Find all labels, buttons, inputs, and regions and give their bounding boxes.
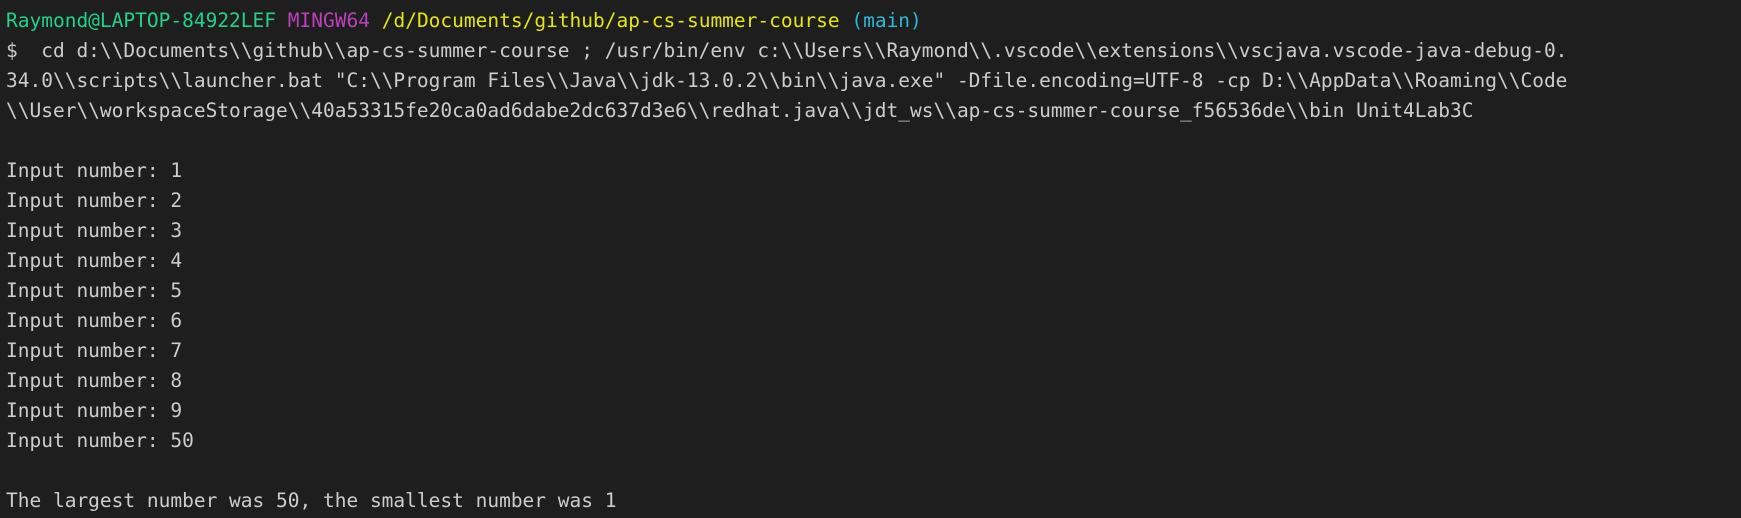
- output-line-input-7: Input number: 7: [6, 339, 183, 362]
- command-line-1: $ cd d:\\Documents\\github\\ap-cs-summer…: [6, 39, 1568, 62]
- prompt-line: Raymond@LAPTOP-84922LEF MINGW64 /d/Docum…: [6, 6, 1741, 36]
- command-line-3: \\User\\workspaceStorage\\40a53315fe20ca…: [6, 99, 1474, 122]
- output-line-input-1: Input number: 1: [6, 159, 183, 182]
- output-line-input-2: Input number: 2: [6, 189, 183, 212]
- prompt-user-host: Raymond@LAPTOP-84922LEF: [6, 9, 277, 32]
- result-line: The largest number was 50, the smallest …: [6, 489, 617, 512]
- output-line-input-8: Input number: 8: [6, 369, 183, 392]
- command-line-2: 34.0\\scripts\\launcher.bat "C:\\Program…: [6, 69, 1568, 92]
- output-line-input-6: Input number: 6: [6, 309, 183, 332]
- prompt-branch: (main): [851, 9, 922, 32]
- output-line-input-5: Input number: 5: [6, 279, 183, 302]
- output-line-input-10: Input number: 50: [6, 429, 194, 452]
- prompt-path: /d/Documents/github/ap-cs-summer-course: [381, 9, 840, 32]
- terminal-window[interactable]: Raymond@LAPTOP-84922LEF MINGW64 /d/Docum…: [0, 0, 1741, 518]
- output-line-input-4: Input number: 4: [6, 249, 183, 272]
- prompt-shell: MINGW64: [287, 9, 370, 32]
- output-line-input-9: Input number: 9: [6, 399, 183, 422]
- output-line-input-3: Input number: 3: [6, 219, 183, 242]
